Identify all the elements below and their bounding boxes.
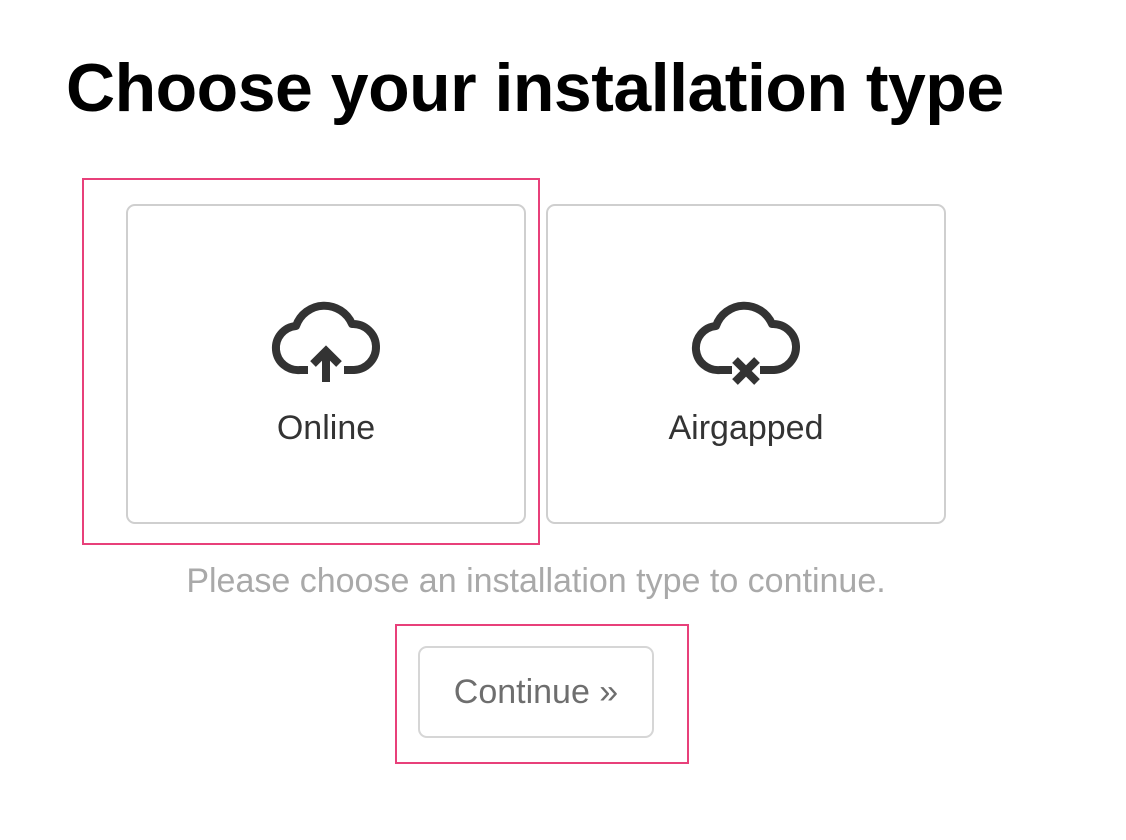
page-title: Choose your installation type — [66, 50, 1004, 126]
option-card-online[interactable]: Online — [126, 204, 526, 524]
cloud-upload-icon — [270, 296, 382, 392]
cloud-offline-icon — [690, 296, 802, 392]
hint-text: Please choose an installation type to co… — [186, 562, 886, 600]
continue-button[interactable]: Continue » — [418, 646, 654, 738]
option-label-airgapped: Airgapped — [668, 409, 824, 447]
option-label-online: Online — [276, 409, 376, 447]
option-card-airgapped[interactable]: Airgapped — [546, 204, 946, 524]
